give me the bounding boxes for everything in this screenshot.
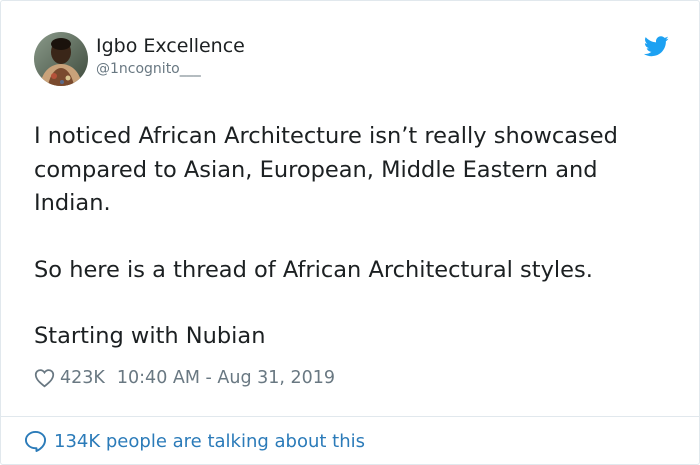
discussion-link[interactable]: 134K people are talking about this xyxy=(24,427,365,455)
like-count[interactable]: 423K xyxy=(60,368,105,388)
author-names: Igbo Excellence @1ncognito___ xyxy=(96,34,245,79)
discussion-text[interactable]: 134K people are talking about this xyxy=(54,431,365,452)
heart-outline-icon[interactable] xyxy=(34,368,55,388)
author-handle[interactable]: @1ncognito___ xyxy=(96,59,245,79)
user-avatar-photo-icon xyxy=(34,32,88,86)
avatar[interactable] xyxy=(34,32,88,86)
divider xyxy=(1,416,699,417)
tweet-paragraph: So here is a thread of African Architect… xyxy=(34,256,593,283)
tweet-paragraph: Starting with Nubian xyxy=(34,323,266,349)
tweet-paragraph: I noticed African Architecture isn’t rea… xyxy=(34,123,618,216)
author-display-name[interactable]: Igbo Excellence xyxy=(96,34,245,58)
twitter-bird-icon[interactable] xyxy=(643,36,669,57)
tweet-timestamp[interactable]: 10:40 AM - Aug 31, 2019 xyxy=(117,368,335,388)
speech-bubble-icon xyxy=(24,430,47,452)
tweet-meta: 423K 10:40 AM - Aug 31, 2019 xyxy=(34,365,335,391)
tweet-text: I noticed African Architecture isn’t rea… xyxy=(34,120,674,354)
tweet-card: Igbo Excellence @1ncognito___ I noticed … xyxy=(0,0,700,465)
tweet-header: Igbo Excellence @1ncognito___ xyxy=(34,32,669,88)
